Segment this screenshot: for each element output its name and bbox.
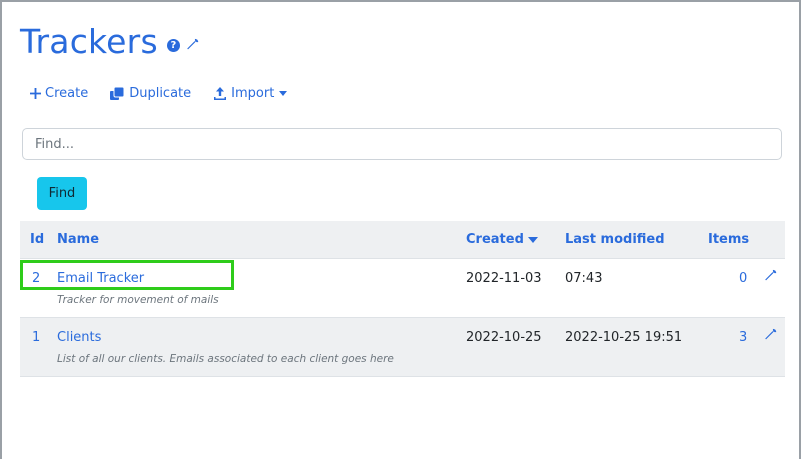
table-header: Id Name Created Last modified Items — [20, 221, 785, 259]
tracker-description: List of all our clients. Emails associat… — [57, 353, 394, 365]
page-title: Trackers — [20, 22, 158, 61]
last-modified: 2022-10-25 19:51 — [565, 330, 683, 345]
wrench-icon[interactable] — [764, 328, 777, 345]
last-modified: 07:43 — [565, 271, 603, 286]
import-label: Import — [231, 86, 275, 101]
search-input[interactable] — [22, 128, 782, 160]
find-button[interactable]: Find — [37, 177, 87, 210]
column-header-id[interactable]: Id — [30, 232, 44, 247]
duplicate-label: Duplicate — [129, 86, 192, 101]
duplicate-icon — [110, 86, 125, 101]
upload-icon — [213, 86, 227, 101]
actions-toolbar: Create Duplicate Import — [30, 86, 309, 101]
table-row: 2 Email Tracker Tracker for movement of … — [20, 259, 785, 318]
plus-icon — [30, 88, 41, 99]
wrench-icon[interactable] — [764, 269, 777, 286]
tracker-name-link[interactable]: Clients — [57, 330, 101, 345]
question-circle-icon[interactable]: ? — [166, 38, 180, 52]
row-id: 2 — [32, 271, 41, 286]
column-header-created[interactable]: Created — [466, 232, 538, 247]
create-button[interactable]: Create — [30, 86, 88, 101]
table-row: 1 Clients List of all our clients. Email… — [20, 318, 785, 377]
title-row: Trackers ? — [20, 22, 199, 62]
tracker-name-link[interactable]: Email Tracker — [57, 271, 144, 286]
sort-down-icon — [527, 236, 538, 243]
column-header-name[interactable]: Name — [57, 232, 99, 247]
window-frame-left — [0, 0, 2, 459]
chevron-down-icon — [279, 91, 288, 96]
create-label: Create — [45, 86, 89, 101]
duplicate-button[interactable]: Duplicate — [110, 86, 191, 101]
tracker-description: Tracker for movement of mails — [57, 294, 219, 306]
column-header-created-label: Created — [466, 232, 524, 247]
column-header-last-modified[interactable]: Last modified — [565, 232, 665, 247]
items-count-link[interactable]: 3 — [739, 330, 747, 345]
window-frame-top — [0, 0, 801, 2]
created-date: 2022-11-03 — [466, 271, 542, 286]
items-count-link[interactable]: 0 — [739, 271, 747, 286]
trackers-table: Id Name Created Last modified Items 2 Em… — [20, 221, 785, 377]
column-header-items[interactable]: Items — [708, 232, 749, 247]
import-dropdown[interactable]: Import — [213, 86, 288, 101]
created-date: 2022-10-25 — [466, 330, 542, 345]
wrench-icon[interactable] — [186, 36, 199, 55]
row-id: 1 — [32, 330, 41, 345]
